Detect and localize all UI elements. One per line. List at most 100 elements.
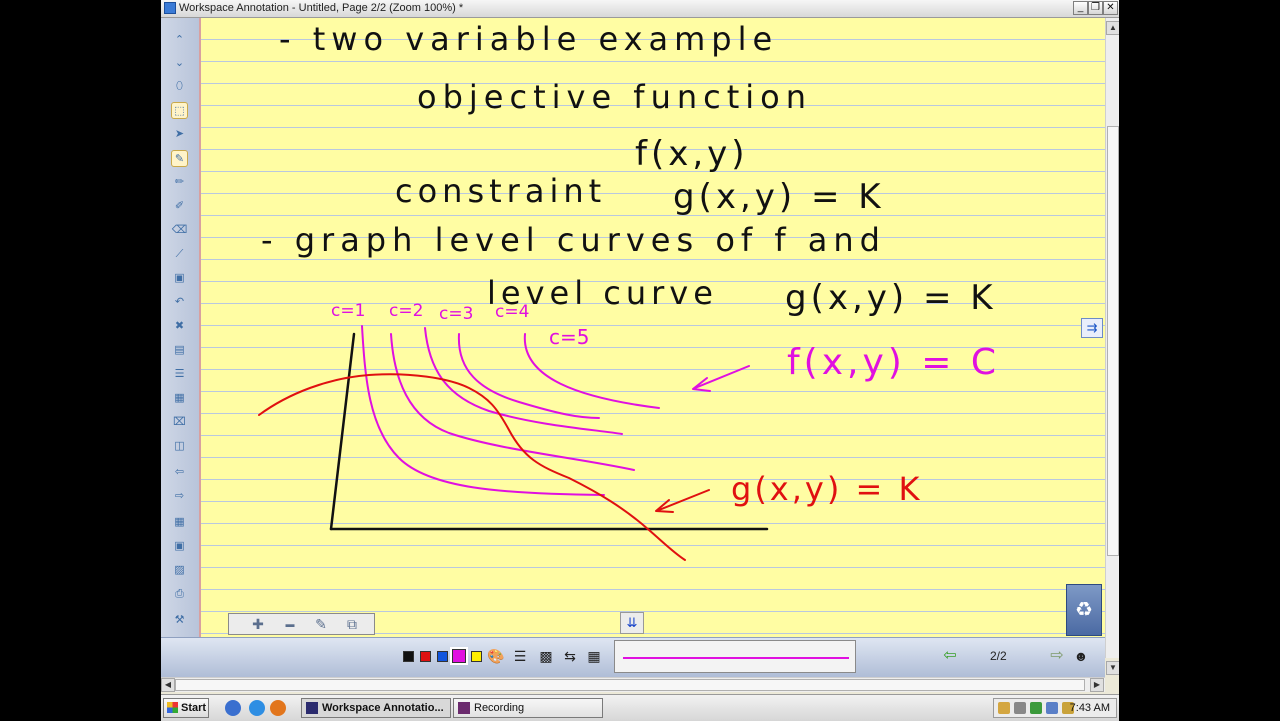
- app-tray-icon[interactable]: [1046, 702, 1058, 714]
- ie-quicklaunch-icon[interactable]: [249, 700, 265, 716]
- system-tray: 7:43 AM: [993, 698, 1117, 718]
- level-curve-c5: [523, 333, 660, 409]
- note-constraint-label: constraint: [395, 172, 606, 210]
- line-width-icon[interactable]: ☰: [511, 647, 529, 665]
- pen-preview: [614, 640, 856, 673]
- page-indicator: 2/2: [990, 649, 1007, 663]
- network-tray-icon[interactable]: [998, 702, 1010, 714]
- clock: 7:43 AM: [1069, 702, 1110, 714]
- up-icon[interactable]: ⌃: [171, 32, 188, 49]
- highlighter-icon[interactable]: ✐: [171, 198, 188, 215]
- back-arrow-icon[interactable]: ⇦: [171, 464, 188, 481]
- copy-icon[interactable]: ⧉: [343, 616, 361, 632]
- c3-label: c=3: [439, 304, 473, 324]
- print-icon[interactable]: ⎙: [171, 586, 188, 603]
- eraser-icon[interactable]: ⌫: [171, 222, 188, 239]
- grid-icon[interactable]: ▦: [585, 647, 603, 665]
- minimize-button[interactable]: _: [1073, 1, 1088, 15]
- horizontal-scroll-thumb[interactable]: [175, 679, 1085, 691]
- capture-icon[interactable]: ◫: [171, 438, 188, 455]
- recorder-icon[interactable]: ☻: [1072, 647, 1090, 665]
- line-icon[interactable]: ⟋: [171, 246, 188, 263]
- recycle-bin-icon[interactable]: ♻: [1066, 584, 1102, 636]
- shape-icon[interactable]: ▣: [171, 270, 188, 287]
- tool-icon[interactable]: ⚒: [171, 612, 188, 629]
- zoom-in-icon[interactable]: ✚: [249, 616, 267, 632]
- table-icon[interactable]: ▦: [171, 514, 188, 531]
- color-red-swatch[interactable]: [420, 651, 431, 662]
- side-expand-icon[interactable]: ⇉: [1081, 318, 1103, 338]
- left-toolbar: ⌃ ⌄ ⬯ ⬚ ➤ ✎ ✏ ✐ ⌫ ⟋ ▣ ↶ ✖ ▤ ☰ ▦ ⌧ ◫ ⇦ ⇨ …: [161, 18, 200, 658]
- vertical-scrollbar[interactable]: ▲ ▼: [1105, 18, 1119, 675]
- desktop-quicklaunch-icon[interactable]: [225, 700, 241, 716]
- level-curve-c2: [390, 333, 635, 471]
- security-tray-icon[interactable]: [1030, 702, 1042, 714]
- task-recording[interactable]: Recording: [453, 698, 603, 718]
- screen-icon[interactable]: ▦: [171, 390, 188, 407]
- image-icon[interactable]: ▨: [171, 562, 188, 579]
- transparency-icon[interactable]: ▩: [537, 647, 555, 665]
- notes-page[interactable]: - two variable example objective functio…: [199, 18, 1105, 637]
- note-line-2: objective function: [417, 78, 812, 116]
- bottom-toolbar: 🎨 ☰ ▩ ⇆ ▦ ⇦ 2/2 ⇨ ☻: [161, 637, 1105, 678]
- windows-logo-icon: [167, 702, 178, 713]
- task-workspace-annotation[interactable]: Workspace Annotatio...: [301, 698, 451, 718]
- scroll-left-button[interactable]: ◀: [161, 678, 175, 692]
- app-icon: [164, 2, 176, 14]
- restore-button[interactable]: ❐: [1088, 1, 1103, 15]
- pen-icon[interactable]: ✏: [171, 174, 188, 191]
- color-black-swatch[interactable]: [403, 651, 414, 662]
- note-line-3: f(x,y): [635, 134, 749, 174]
- note-level-curve-eq: g(x,y) = K: [785, 278, 997, 318]
- taskbar: Start Workspace Annotatio... Recording 7…: [161, 694, 1119, 721]
- pen-preview-line: [623, 657, 849, 659]
- g-arrow-line: [658, 489, 710, 511]
- horizontal-scrollbar[interactable]: ◀ ▶: [161, 677, 1105, 692]
- c4-label: c=4: [495, 302, 529, 322]
- level-curve-c1: [361, 325, 605, 496]
- prev-page-icon[interactable]: ⇦: [940, 647, 960, 665]
- delete-icon[interactable]: ✖: [171, 318, 188, 335]
- c1-label: c=1: [331, 301, 365, 321]
- start-label: Start: [181, 702, 207, 714]
- zoom-out-icon[interactable]: ▬: [281, 616, 299, 632]
- workspace-window: Workspace Annotation - Untitled, Page 2/…: [161, 0, 1119, 720]
- collapse-toolbar-icon[interactable]: ⇊: [620, 612, 644, 634]
- edit-icon[interactable]: ✎: [312, 616, 330, 632]
- scroll-up-button[interactable]: ▲: [1106, 21, 1119, 35]
- close-button[interactable]: ✕: [1103, 1, 1118, 15]
- save-icon[interactable]: ▣: [171, 538, 188, 555]
- pen-active-icon[interactable]: ✎: [171, 150, 188, 167]
- start-button[interactable]: Start: [163, 698, 209, 718]
- y-axis: [329, 332, 356, 531]
- volume-tray-icon[interactable]: [1014, 702, 1026, 714]
- color-blue-swatch[interactable]: [437, 651, 448, 662]
- next-page-icon[interactable]: ⇨: [1047, 647, 1067, 665]
- line-style-icon[interactable]: ⇆: [561, 647, 579, 665]
- ink-canvas: - two variable example objective functio…: [258, 20, 997, 561]
- title-bar: Workspace Annotation - Untitled, Page 2/…: [161, 0, 1119, 18]
- annotation-task-icon: [306, 702, 318, 714]
- task-recording-label: Recording: [474, 702, 525, 714]
- pointer-icon[interactable]: ➤: [171, 126, 188, 143]
- color-yellow-swatch[interactable]: [471, 651, 482, 662]
- mouse-icon[interactable]: ⬯: [171, 78, 188, 95]
- note-constraint-eq: g(x,y) = K: [673, 177, 885, 217]
- forward-arrow-icon[interactable]: ⇨: [171, 488, 188, 505]
- text-icon[interactable]: ⌧: [171, 414, 188, 431]
- page-icon[interactable]: ▤: [171, 342, 188, 359]
- c5-label: c=5: [549, 325, 589, 349]
- vertical-scroll-thumb[interactable]: [1107, 126, 1119, 556]
- note-line-1: - two variable example: [279, 20, 778, 58]
- select-icon[interactable]: ⬚: [171, 102, 188, 119]
- scroll-down-button[interactable]: ▼: [1106, 661, 1119, 675]
- scroll-right-button[interactable]: ▶: [1090, 678, 1104, 692]
- undo-icon[interactable]: ↶: [171, 294, 188, 311]
- color-magenta-swatch[interactable]: [450, 647, 468, 665]
- g-constraint-label: g(x,y) = K: [731, 470, 922, 508]
- page-list-icon[interactable]: ☰: [171, 366, 188, 383]
- down-icon[interactable]: ⌄: [171, 55, 188, 72]
- c2-label: c=2: [389, 301, 423, 321]
- firefox-quicklaunch-icon[interactable]: [270, 700, 286, 716]
- palette-icon[interactable]: 🎨: [487, 647, 505, 665]
